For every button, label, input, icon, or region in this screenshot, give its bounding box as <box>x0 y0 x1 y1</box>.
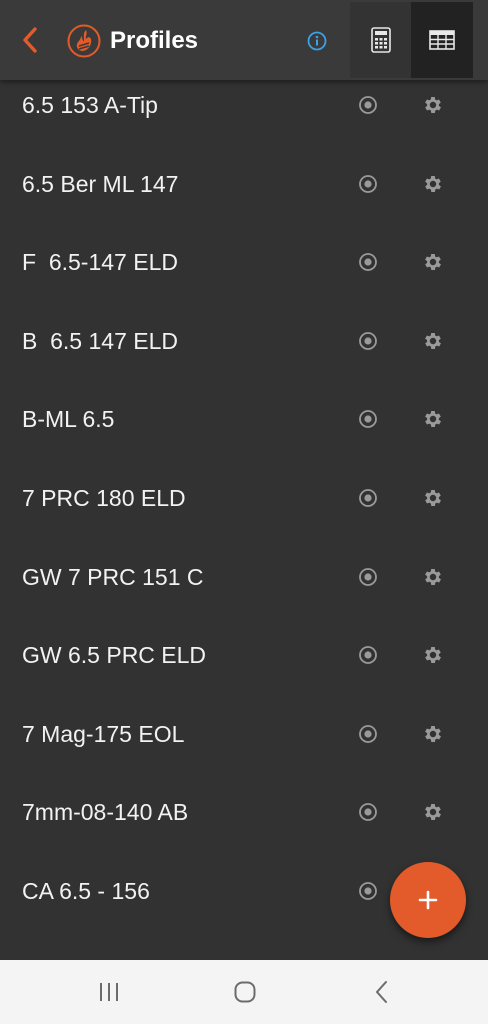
info-icon <box>307 31 327 51</box>
settings-button[interactable] <box>421 565 445 589</box>
recents-button[interactable] <box>89 976 129 1008</box>
profile-name: B-ML 6.5 <box>22 406 115 432</box>
profile-row[interactable]: 6.5 153 A-Tip <box>0 80 488 145</box>
profile-name: B 6.5 147 ELD <box>22 328 178 354</box>
target-icon <box>359 882 377 900</box>
calculator-icon <box>370 27 391 53</box>
gear-icon <box>425 176 441 192</box>
profile-name: 6.5 Ber ML 147 <box>22 171 179 197</box>
gear-icon <box>425 333 441 349</box>
app-bar: Profiles <box>0 0 488 80</box>
target-button[interactable] <box>356 250 380 274</box>
profile-name: 7mm-08-140 AB <box>22 799 189 825</box>
target-icon <box>359 725 377 743</box>
profile-row[interactable]: F 6.5-147 ELD <box>0 223 488 302</box>
plus-icon <box>418 890 438 910</box>
target-button[interactable] <box>356 800 380 824</box>
target-button[interactable] <box>356 172 380 196</box>
profile-row[interactable]: 6.5 Ber ML 147 <box>0 145 488 224</box>
profile-name: F 6.5-147 ELD <box>22 249 178 275</box>
profile-name: GW 7 PRC 151 C <box>22 564 204 590</box>
gear-icon <box>425 726 441 742</box>
target-button[interactable] <box>356 486 380 510</box>
settings-button[interactable] <box>421 800 445 824</box>
settings-button[interactable] <box>421 250 445 274</box>
settings-button[interactable] <box>421 722 445 746</box>
profile-name: 7 PRC 180 ELD <box>22 485 186 511</box>
add-profile-button[interactable] <box>390 862 466 938</box>
profile-row[interactable]: GW 7 PRC 151 C <box>0 538 488 617</box>
target-button[interactable] <box>356 329 380 353</box>
gear-icon <box>425 490 441 506</box>
profile-name: 7 Mag-175 EOL <box>22 721 185 747</box>
settings-button[interactable] <box>421 329 445 353</box>
tab-calculator[interactable] <box>350 2 411 78</box>
profile-row[interactable]: 7mm-08-140 AB <box>0 773 488 852</box>
target-icon <box>359 332 377 350</box>
system-back-button[interactable] <box>362 976 402 1008</box>
target-icon <box>359 489 377 507</box>
profile-name: GW 6.5 PRC ELD <box>22 642 207 668</box>
chevron-left-icon <box>23 27 37 53</box>
target-icon <box>359 175 377 193</box>
target-icon <box>359 568 377 586</box>
settings-button[interactable] <box>421 407 445 431</box>
table-icon <box>429 30 455 50</box>
home-button[interactable] <box>225 976 265 1008</box>
profile-list: 6.5 153 A-Tip 6.5 Ber ML 147 F 6.5-147 E… <box>0 80 488 960</box>
target-button[interactable] <box>356 722 380 746</box>
gear-icon <box>425 569 441 585</box>
gear-icon <box>425 254 441 270</box>
target-button[interactable] <box>356 643 380 667</box>
settings-button[interactable] <box>421 643 445 667</box>
target-icon <box>359 646 377 664</box>
profile-row[interactable]: B 6.5 147 ELD <box>0 302 488 381</box>
system-nav-bar <box>0 960 488 1024</box>
target-icon <box>359 253 377 271</box>
recents-icon <box>100 983 118 1001</box>
target-button[interactable] <box>356 879 380 903</box>
gear-icon <box>425 97 441 113</box>
home-icon <box>234 981 256 1003</box>
profile-row[interactable]: GW 6.5 PRC ELD <box>0 616 488 695</box>
target-icon <box>359 410 377 428</box>
target-icon <box>359 96 377 114</box>
flame-logo-icon <box>67 24 101 58</box>
profile-row[interactable]: 7 PRC 180 ELD <box>0 459 488 538</box>
settings-button[interactable] <box>421 93 445 117</box>
gear-icon <box>425 647 441 663</box>
back-icon <box>376 981 387 1003</box>
tab-table[interactable] <box>411 2 473 78</box>
gear-icon <box>425 411 441 427</box>
target-button[interactable] <box>356 565 380 589</box>
target-button[interactable] <box>356 407 380 431</box>
target-icon <box>359 803 377 821</box>
gear-icon <box>425 804 441 820</box>
profile-name: 6.5 153 A-Tip <box>22 92 158 118</box>
back-button[interactable] <box>10 18 50 62</box>
page-title: Profiles <box>110 27 199 54</box>
profile-name: CA 6.5 - 156 <box>22 878 150 904</box>
settings-button[interactable] <box>421 172 445 196</box>
profile-row[interactable]: 7 Mag-175 EOL <box>0 695 488 774</box>
settings-button[interactable] <box>421 486 445 510</box>
info-button[interactable] <box>304 28 330 54</box>
profile-row[interactable]: B-ML 6.5 <box>0 380 488 459</box>
target-button[interactable] <box>356 93 380 117</box>
